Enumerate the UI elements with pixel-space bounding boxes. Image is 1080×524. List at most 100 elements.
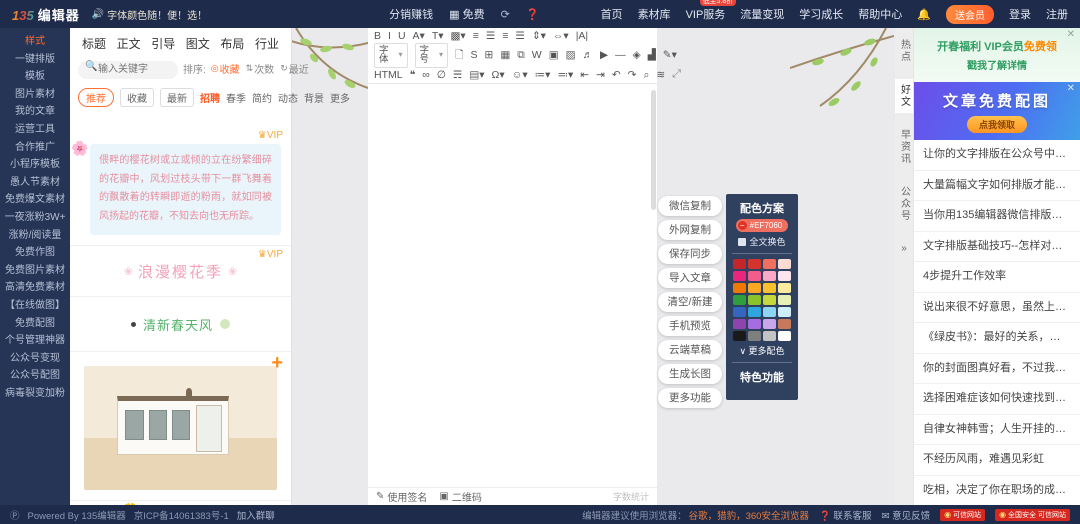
audio-icon[interactable]: ♬ — [583, 50, 594, 61]
qrcode-button[interactable]: ▣ 二维码 — [439, 489, 481, 504]
quick-action-button[interactable]: 外网复制 — [658, 220, 722, 240]
sidebar-item[interactable]: 【在线做图】 — [0, 297, 70, 315]
trusted-site-badge[interactable]: ◉ 可信网站 — [940, 509, 985, 521]
bold-icon[interactable]: B — [374, 31, 381, 42]
current-color-pill[interactable]: − #EF7060 — [736, 219, 788, 232]
sidebar-item[interactable]: 免费配图 — [0, 315, 70, 333]
refresh-icon[interactable]: ⟳ — [501, 8, 510, 21]
article-list-item[interactable]: 4步提升工作效率 — [914, 262, 1080, 293]
article-list-item[interactable]: 《绿皮书》：最好的关系，是互相成就 — [914, 323, 1080, 354]
eraser-icon[interactable]: ◈ — [633, 50, 641, 61]
style-card-image[interactable]: + — [70, 352, 291, 501]
tab-collapse[interactable]: » — [897, 238, 912, 261]
html-icon[interactable]: HTML — [374, 70, 403, 81]
article-list-item[interactable]: 说出来很不好意思，虽然上班摸鱼了一... — [914, 293, 1080, 324]
sidebar-item[interactable]: 一键排版 — [0, 51, 70, 69]
tab-good-articles[interactable]: 好文 — [895, 79, 914, 113]
sidebar-item[interactable]: 样式 — [0, 33, 70, 51]
chart-icon[interactable]: ▟ — [648, 50, 656, 61]
sidebar-item[interactable]: 高清免费素材 — [0, 279, 70, 297]
quick-action-button[interactable]: 更多功能 — [658, 388, 722, 408]
sort-count[interactable]: ⇅ 次数 — [246, 61, 275, 76]
national-security-badge[interactable]: ◉ 全国安全 可信网站 — [995, 509, 1070, 521]
gallery-icon[interactable]: ▣ — [549, 50, 559, 61]
distribution-link[interactable]: 分销赚钱 — [389, 6, 433, 22]
quick-action-button[interactable]: 生成长图 — [658, 364, 722, 384]
chip-favorite[interactable]: 收藏 — [120, 88, 154, 107]
outdent-icon[interactable]: ⇤ — [580, 70, 589, 81]
font-family-select[interactable]: 字体 — [374, 43, 408, 68]
register-link[interactable]: 注册 — [1046, 6, 1068, 22]
fullscreen-icon[interactable]: ⤢ — [672, 69, 681, 80]
article-list-item[interactable]: 自律女神韩雪；人生开挂的人，都有这... — [914, 415, 1080, 446]
insert-image-icon[interactable]: ▦ — [500, 50, 510, 61]
article-list-item[interactable]: 当你用135编辑器微信排版的时候，发... — [914, 201, 1080, 232]
free-link[interactable]: ▦ 免费 — [449, 6, 484, 22]
styles-tab[interactable]: 引导 — [151, 35, 175, 52]
announcement[interactable]: 🔊 字体颜色随！便！选！ — [92, 7, 207, 22]
line-height-icon[interactable]: ⇕▾ — [532, 31, 546, 42]
nav-item[interactable]: 帮助中心 — [858, 6, 902, 22]
text-style-icon[interactable]: T▾ — [432, 31, 444, 42]
article-list-item[interactable]: 让你的文字排版在公众号中脱颖而出 — [914, 140, 1080, 171]
editor-scrollbar[interactable] — [651, 90, 656, 210]
italic-icon[interactable]: I — [388, 31, 391, 42]
more-colors-button[interactable]: ∨ 更多配色 — [739, 344, 784, 357]
style-card-spring-title[interactable]: 清新春天风 — [70, 297, 291, 352]
chip-recommend[interactable]: 推荐 — [78, 88, 114, 107]
sort-favorite[interactable]: ◎ 收藏 — [211, 61, 240, 76]
styles-tab[interactable]: 图文 — [186, 35, 210, 52]
sidebar-item[interactable]: 免费作图 — [0, 244, 70, 262]
font-color-icon[interactable]: A▾ — [413, 31, 425, 42]
color-swatch[interactable] — [778, 307, 791, 317]
chip-hiring[interactable]: 招聘 — [200, 90, 220, 105]
strikethrough-icon[interactable]: S — [471, 50, 478, 61]
color-swatch[interactable] — [778, 331, 791, 341]
color-swatch[interactable] — [748, 331, 761, 341]
link-icon[interactable]: ∞ — [422, 70, 430, 81]
remove-color-icon[interactable]: − — [738, 221, 747, 230]
color-swatch[interactable] — [733, 259, 746, 269]
full-text-recolor-checkbox[interactable]: 全文换色 — [738, 235, 785, 248]
nav-item[interactable]: 流量变现 — [740, 6, 784, 22]
color-swatch[interactable] — [778, 295, 791, 305]
free-images-banner[interactable]: ✕ 文章免费配图 点我领取 — [914, 82, 1080, 140]
chip-newest[interactable]: 最新 — [160, 88, 194, 107]
letter-spacing-icon[interactable]: ⇔▾ — [553, 31, 569, 42]
align-left-icon[interactable]: ≡ — [473, 31, 479, 42]
sidebar-item[interactable]: 合作推广 — [0, 139, 70, 157]
article-list-item[interactable]: 文字排版基础技巧--怎样对齐？ — [914, 232, 1080, 263]
chip-spring[interactable]: 春季 — [226, 90, 246, 105]
join-group-link[interactable]: 加入群聊 — [237, 508, 275, 522]
styles-tab[interactable]: 布局 — [220, 35, 244, 52]
sidebar-item[interactable]: 一夜涨粉3W+ — [0, 209, 70, 227]
color-swatch[interactable] — [748, 283, 761, 293]
quote-icon[interactable]: ❝ — [410, 70, 416, 81]
color-swatch[interactable] — [733, 319, 746, 329]
screenshot-icon[interactable]: ⧉ — [517, 50, 525, 61]
color-swatch[interactable] — [748, 259, 761, 269]
word-count-label[interactable]: 字数统计 — [613, 490, 649, 503]
font-size-select[interactable]: 字号 — [415, 43, 449, 68]
special-char-icon[interactable]: Ω▾ — [492, 70, 505, 81]
table-icon[interactable]: ⊞ — [485, 50, 494, 61]
quick-action-button[interactable]: 云端草稿 — [658, 340, 722, 360]
color-swatch[interactable] — [733, 271, 746, 281]
sidebar-item[interactable]: 公众号配图 — [0, 367, 70, 385]
logo[interactable]: 135 编辑器 — [12, 5, 80, 24]
style-card-sakura-title[interactable]: ♛VIP ❀ 浪漫樱花季 ❀ — [70, 246, 291, 297]
feedback-link[interactable]: ✉ 意见反馈 — [881, 508, 930, 522]
tab-official-account[interactable]: 公众号 — [895, 181, 914, 227]
nav-item[interactable]: 低至5.8折 VIP服务 — [686, 6, 726, 22]
quick-action-button[interactable]: 手机预览 — [658, 316, 722, 336]
nav-item[interactable]: 素材库 — [638, 6, 671, 22]
chip-more[interactable]: 更多 — [330, 90, 350, 105]
color-swatch[interactable] — [763, 259, 776, 269]
find-replace-icon[interactable]: ⌕ — [643, 70, 649, 81]
sidebar-item[interactable]: 个号管理神器 — [0, 332, 70, 350]
color-swatch[interactable] — [733, 295, 746, 305]
video-icon[interactable]: ▶ — [600, 50, 608, 61]
use-signature-button[interactable]: ✎ 使用签名 — [376, 489, 427, 504]
color-swatch[interactable] — [748, 271, 761, 281]
bell-icon[interactable]: 🔔 — [917, 8, 931, 21]
